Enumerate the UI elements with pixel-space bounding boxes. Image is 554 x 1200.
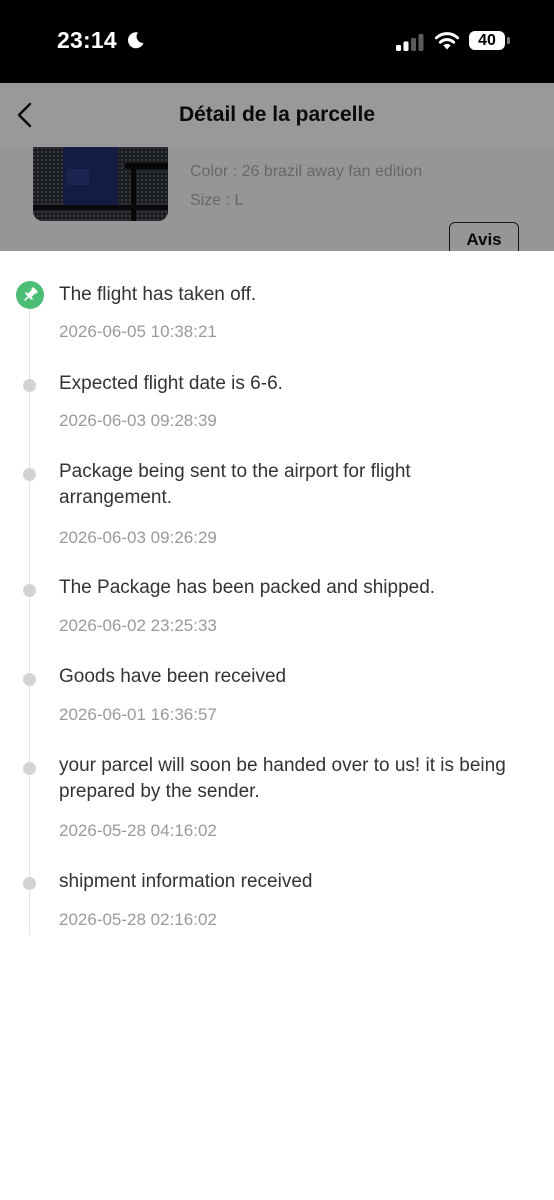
timeline-line bbox=[29, 305, 30, 935]
event-description: The flight has taken off. bbox=[59, 284, 257, 305]
dim-overlay[interactable] bbox=[0, 83, 554, 251]
event-description: shipment information received bbox=[59, 871, 313, 892]
status-time: 23:14 bbox=[57, 27, 117, 53]
event-timestamp: 2026-06-01 16:36:57 bbox=[59, 705, 217, 724]
pin-icon bbox=[24, 287, 38, 301]
event-description: Package being sent to the airport for fl… bbox=[59, 461, 411, 508]
event-timestamp: 2026-06-03 09:28:39 bbox=[59, 411, 217, 430]
tracking-sheet: The flight has taken off. 2026-06-05 10:… bbox=[0, 251, 554, 1200]
event-timestamp: 2026-05-28 02:16:02 bbox=[59, 910, 217, 929]
cellular-signal-icon bbox=[396, 34, 424, 51]
wifi-icon bbox=[434, 32, 460, 50]
event-timestamp: 2026-06-05 10:38:21 bbox=[59, 322, 217, 341]
event-timestamp: 2026-06-02 23:25:33 bbox=[59, 616, 217, 635]
event-description: your parcel will soon be handed over to … bbox=[59, 755, 506, 802]
status-bar: 23:14 40 bbox=[0, 0, 554, 83]
status-dot bbox=[23, 877, 36, 890]
event-timestamp: 2026-05-28 04:16:02 bbox=[59, 821, 217, 840]
active-status-dot bbox=[16, 281, 44, 309]
battery-indicator: 40 bbox=[469, 31, 505, 50]
event-description: Goods have been received bbox=[59, 666, 287, 687]
status-dot bbox=[23, 673, 36, 686]
battery-tip bbox=[507, 37, 510, 44]
status-dot bbox=[23, 379, 36, 392]
moon-icon bbox=[127, 32, 144, 49]
status-dot bbox=[23, 468, 36, 481]
event-description: Expected flight date is 6-6. bbox=[59, 373, 283, 394]
status-dot bbox=[23, 762, 36, 775]
status-dot bbox=[23, 584, 36, 597]
event-timestamp: 2026-06-03 09:26:29 bbox=[59, 528, 217, 547]
event-description: The Package has been packed and shipped. bbox=[59, 577, 436, 598]
